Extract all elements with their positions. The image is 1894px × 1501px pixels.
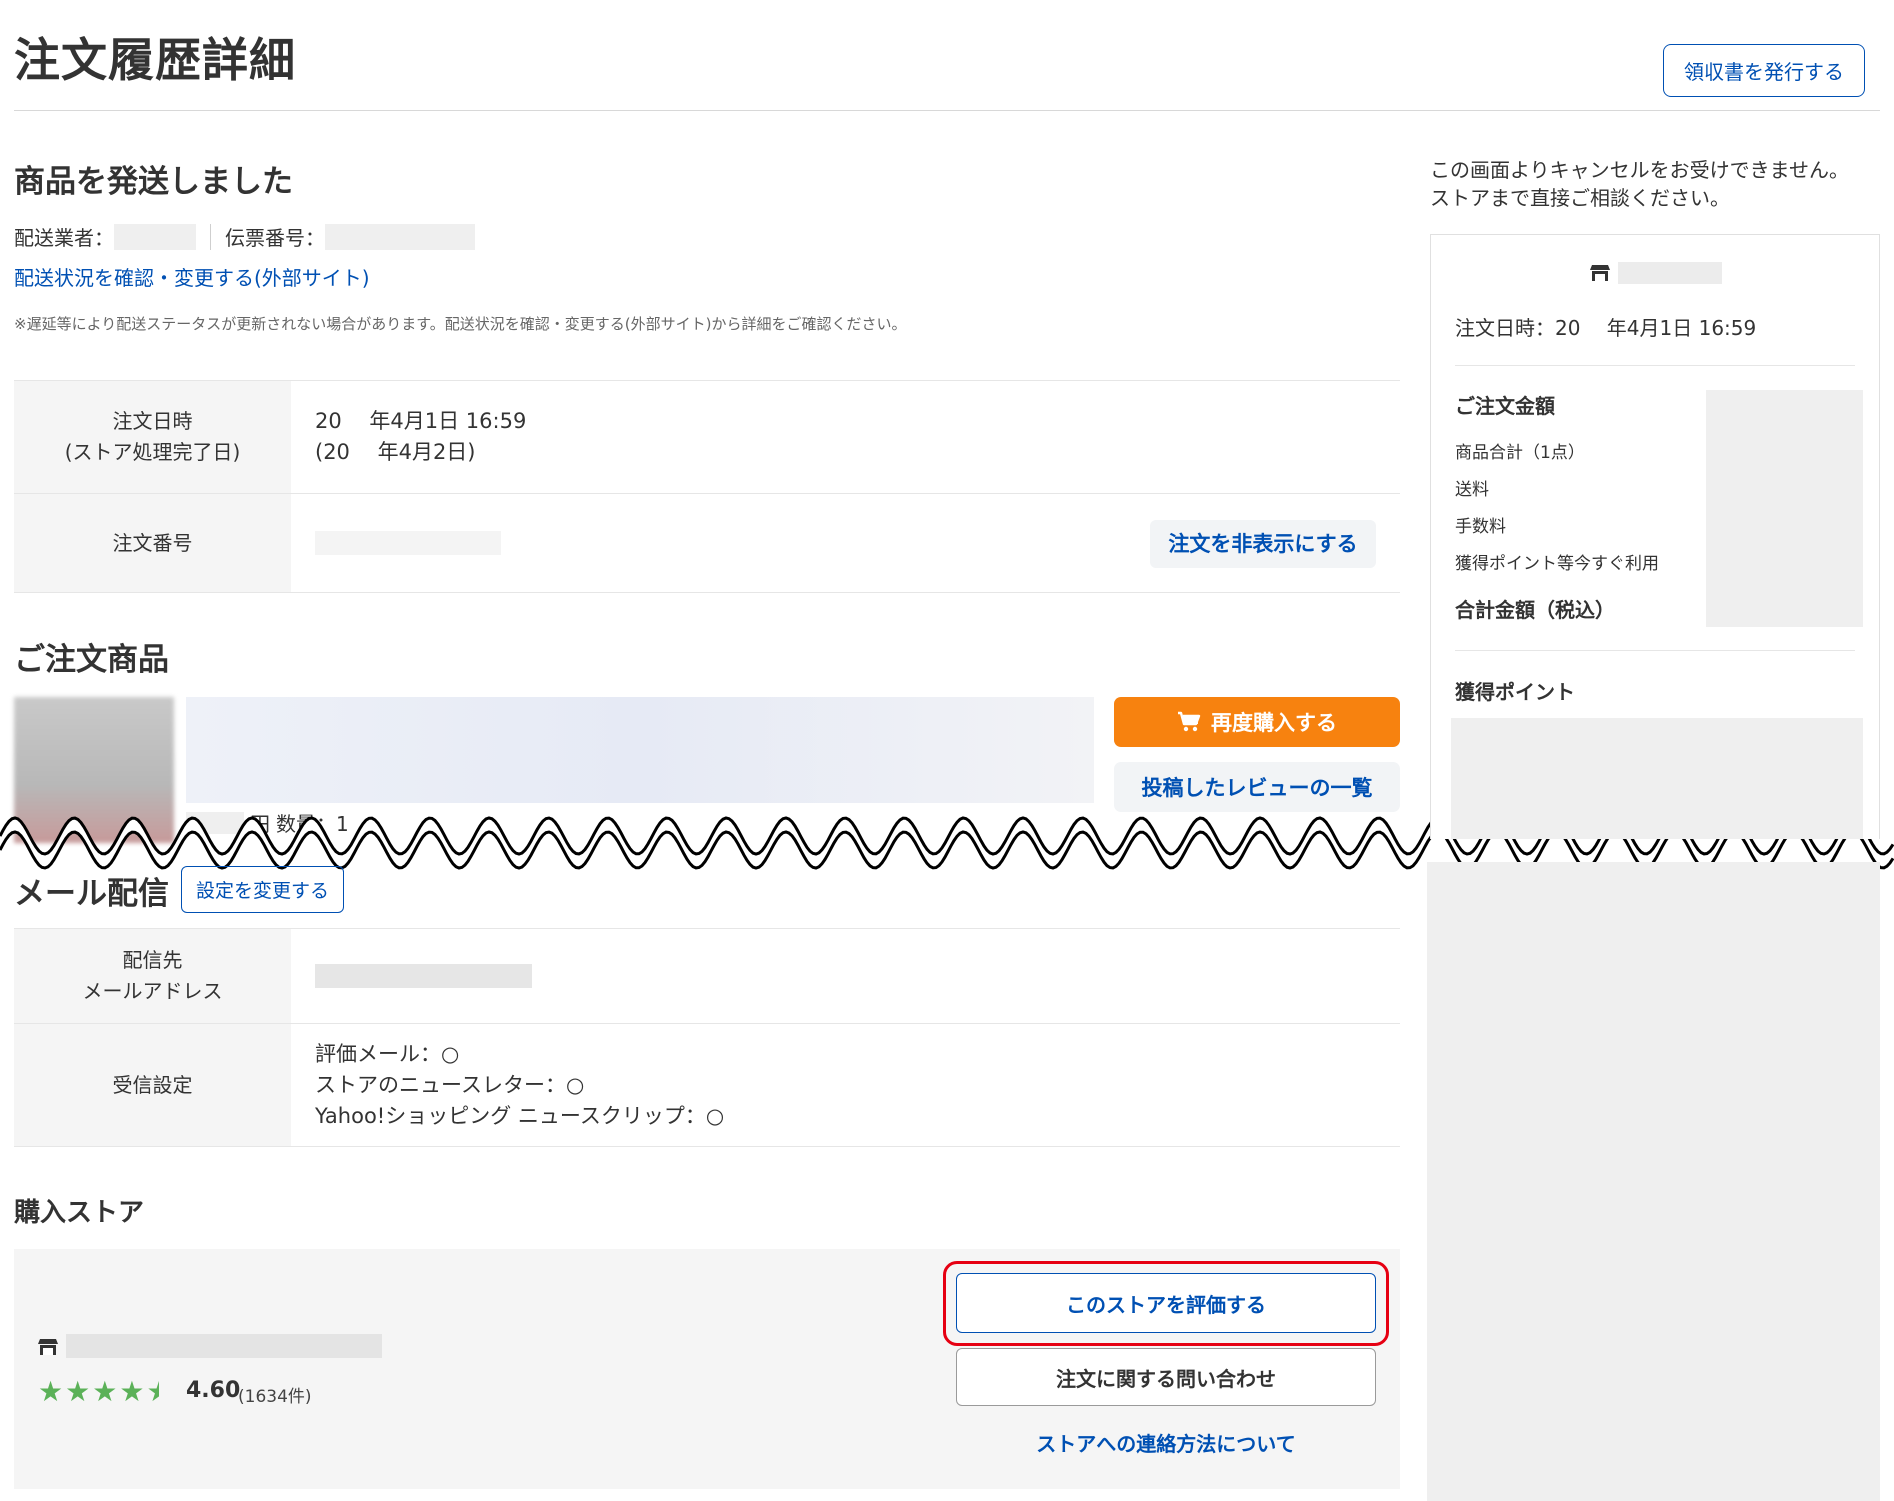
store-rating-count: (1634件) xyxy=(238,1387,312,1407)
cancel-note-line1: この画面よりキャンセルをお受けできません。 xyxy=(1430,158,1849,182)
order-inquiry-button[interactable]: 注文に関する問い合わせ xyxy=(956,1348,1376,1406)
summary-divider xyxy=(1455,365,1855,366)
carrier-label: 配送業者： xyxy=(14,226,114,250)
amount-values-redacted xyxy=(1706,390,1863,627)
earned-points-redacted xyxy=(1451,718,1863,839)
order-info-table: 注文日時 (ストア処理完了日) 20 年4月1日 16:59 (20 年4月2日… xyxy=(14,380,1400,593)
cancel-note: この画面よりキャンセルをお受けできません。 ストアまで直接ご相談ください。 xyxy=(1430,156,1849,212)
store-rating-stars: ★ ★ ★ ★ ★ xyxy=(38,1377,172,1407)
evaluate-store-button[interactable]: このストアを評価する xyxy=(956,1273,1376,1333)
shipping-note: ※遅延等により配送ステータスが更新されない場合があります。配送状況を確認・変更す… xyxy=(14,315,907,333)
store-icon xyxy=(1590,265,1610,281)
shipping-info-row: 配送業者： 伝票番号： xyxy=(14,222,475,251)
right-column-redacted xyxy=(1427,862,1880,1501)
cancel-note-line2: ストアまで直接ご相談ください。 xyxy=(1430,186,1730,210)
order-number-row: 注文番号 注文を非表示にする xyxy=(14,494,1400,593)
title-divider xyxy=(14,110,1880,111)
mail-settings-label: 受信設定 xyxy=(14,1024,291,1146)
summary-divider xyxy=(1455,650,1855,651)
order-date-value-line2: (20 年4月2日) xyxy=(315,440,476,464)
rebuy-button[interactable]: 再度購入する xyxy=(1114,697,1400,747)
mail-address-row: 配信先 メールアドレス xyxy=(14,929,1400,1024)
order-date-value: 20 年4月1日 16:59 (20 年4月2日) xyxy=(291,381,1400,493)
order-amount-heading: ご注文金額 xyxy=(1455,394,1555,418)
total-amount-label: 合計金額（税込） xyxy=(1455,598,1615,622)
star-icon: ★ xyxy=(92,1375,118,1408)
summary-order-date: 注文日時：20 年4月1日 16:59 xyxy=(1455,316,1757,340)
store-icon xyxy=(38,1339,58,1355)
earned-points-heading: 獲得ポイント xyxy=(1455,680,1575,704)
mail-delivery-heading: メール配信 xyxy=(14,876,169,912)
shipping-status-heading: 商品を発送しました xyxy=(14,164,293,200)
summary-store-name-redacted[interactable] xyxy=(1618,262,1722,284)
mail-address-label: 配信先 メールアドレス xyxy=(14,929,291,1023)
page-title: 注文履歴詳細 xyxy=(14,33,296,87)
tracking-value-redacted xyxy=(325,223,475,250)
star-icon: ★ xyxy=(119,1375,145,1408)
order-date-row: 注文日時 (ストア処理完了日) 20 年4月1日 16:59 (20 年4月2日… xyxy=(14,381,1400,494)
mail-settings-value: 評価メール：○ ストアのニュースレター：○ Yahoo!ショッピング ニュースク… xyxy=(291,1024,1400,1146)
order-date-value-line1: 20 年4月1日 16:59 xyxy=(315,409,527,433)
mail-address-redacted xyxy=(315,964,532,988)
hide-order-button[interactable]: 注文を非表示にする xyxy=(1150,520,1376,568)
change-mail-settings-button[interactable]: 設定を変更する xyxy=(181,866,344,913)
setting-review-mail: 評価メール：○ xyxy=(315,1041,460,1066)
mail-settings-row: 受信設定 評価メール：○ ストアのニュースレター：○ Yahoo!ショッピング … xyxy=(14,1024,1400,1147)
order-number-value: 注文を非表示にする xyxy=(291,494,1400,592)
mail-address-value xyxy=(291,929,1400,1023)
star-icon: ★ xyxy=(38,1375,64,1408)
setting-store-newsletter: ストアのニュースレター：○ xyxy=(315,1072,585,1097)
review-list-button[interactable]: 投稿したレビューの一覧 xyxy=(1114,762,1400,812)
tracking-label: 伝票番号： xyxy=(225,226,325,250)
mail-address-label-line1: 配信先 xyxy=(122,948,183,972)
order-date-label-line2: (ストア処理完了日) xyxy=(64,440,241,464)
mail-settings-table: 配信先 メールアドレス 受信設定 評価メール：○ ストアのニュースレター：○ Y… xyxy=(14,928,1400,1147)
carrier-value-redacted xyxy=(114,223,196,250)
order-number-redacted xyxy=(315,531,501,555)
star-icon: ★ xyxy=(65,1375,91,1408)
issue-receipt-button[interactable]: 領収書を発行する xyxy=(1663,44,1865,97)
half-star-icon: ★ xyxy=(146,1375,172,1408)
store-rating-value: 4.60 xyxy=(186,1378,241,1403)
shipping-status-link[interactable]: 配送状況を確認・変更する(外部サイト) xyxy=(14,262,370,291)
store-contact-link[interactable]: ストアへの連絡方法について xyxy=(956,1428,1376,1457)
order-date-label-line1: 注文日時 xyxy=(112,409,193,433)
ordered-items-heading: ご注文商品 xyxy=(14,642,169,678)
points-used-label: 獲得ポイント等今すぐ利用 xyxy=(1455,554,1659,574)
store-name-redacted[interactable] xyxy=(66,1334,382,1358)
purchase-store-heading: 購入ストア xyxy=(14,1198,145,1228)
mail-address-label-line2: メールアドレス xyxy=(82,979,223,1003)
order-date-label: 注文日時 (ストア処理完了日) xyxy=(14,381,291,493)
shipping-separator xyxy=(210,223,211,250)
shipping-fee-label: 送料 xyxy=(1455,480,1489,500)
rebuy-button-label: 再度購入する xyxy=(1211,711,1337,735)
setting-news-clip: Yahoo!ショッピング ニュースクリップ：○ xyxy=(315,1103,725,1128)
handling-fee-label: 手数料 xyxy=(1455,517,1506,537)
subtotal-label: 商品合計（1点） xyxy=(1455,443,1585,463)
order-number-label: 注文番号 xyxy=(14,494,291,592)
cart-icon xyxy=(1178,711,1201,732)
item-name-redacted[interactable] xyxy=(186,697,1094,803)
